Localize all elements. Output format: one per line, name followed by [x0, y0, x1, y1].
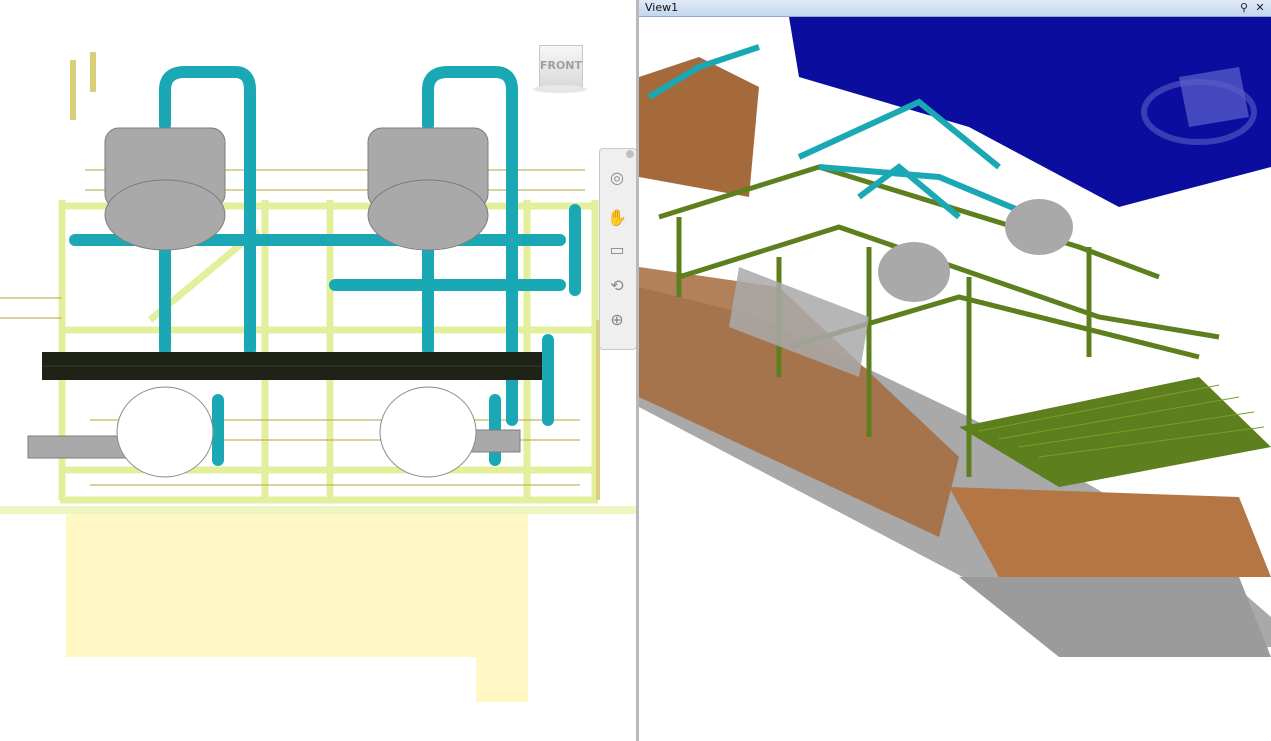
right-viewport[interactable]: View1 ⚲ ✕: [639, 0, 1271, 741]
viewport-title: View1: [645, 1, 679, 14]
viewcube[interactable]: FRONT: [533, 45, 587, 93]
pin-icon[interactable]: ⚲: [1237, 1, 1251, 15]
pan-hand-icon[interactable]: ✋: [606, 207, 628, 229]
viewcube-compass-ring[interactable]: [533, 85, 587, 93]
navigation-bar-close-icon[interactable]: [626, 150, 634, 158]
close-icon[interactable]: ✕: [1253, 1, 1267, 15]
viewport-title-bar: View1 ⚲ ✕: [639, 0, 1271, 17]
navigation-bar: ◎ ✋ ▭ ⟲ ⊕: [599, 148, 636, 350]
look-icon[interactable]: ⊕: [606, 309, 628, 331]
isometric-3d-view: [639, 17, 1271, 657]
orbit-icon[interactable]: ⟲: [606, 275, 628, 297]
steering-wheel-icon[interactable]: ◎: [606, 167, 628, 189]
zoom-icon[interactable]: ▭: [606, 239, 628, 261]
left-viewport[interactable]: FRONT ◎ ✋ ▭ ⟲ ⊕: [0, 0, 636, 741]
front-elevation-drawing: [0, 52, 636, 702]
viewcube-label: FRONT: [539, 59, 583, 72]
